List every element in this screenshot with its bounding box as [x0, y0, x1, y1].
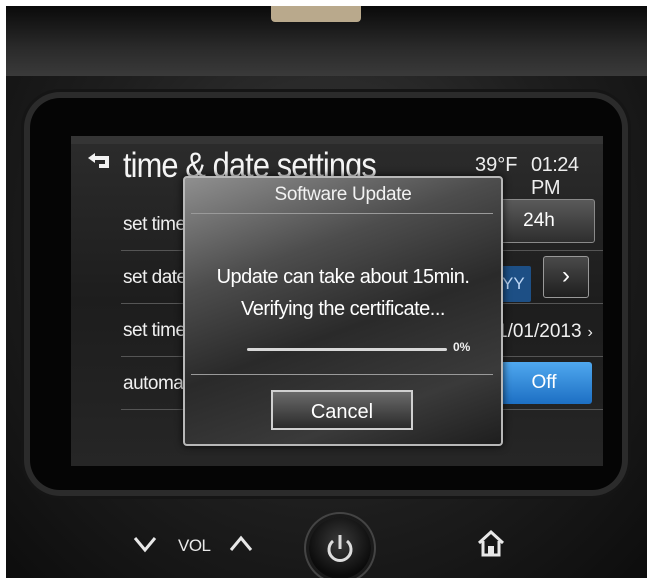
row-label: set date: [123, 267, 187, 288]
dialog-divider: [191, 213, 493, 214]
photo-frame: time & date settings 39°F 01:24 PM set t…: [6, 6, 647, 578]
progress-bar: [247, 348, 447, 351]
software-update-dialog: Software Update Update can take about 15…: [183, 176, 503, 446]
home-icon[interactable]: [476, 528, 506, 558]
progress-percent: 0%: [453, 340, 471, 354]
date-value-text: 1/01/2013: [497, 321, 582, 342]
row-label: automat: [123, 373, 189, 394]
dashboard-vent: [271, 6, 361, 22]
screen-top-band: [71, 136, 603, 144]
power-icon: [327, 535, 353, 562]
vol-label: VOL: [178, 536, 211, 555]
dialog-message-line1: Update can take about 15min.: [216, 266, 470, 288]
dialog-message-line2: Verifying the certificate...: [241, 298, 445, 320]
cancel-button[interactable]: Cancel: [271, 390, 413, 430]
temperature-readout: 39°F: [475, 154, 518, 176]
automatic-toggle[interactable]: Off: [496, 362, 592, 404]
row-label: set time: [123, 320, 186, 341]
date-value[interactable]: 1/01/2013 ›: [497, 321, 593, 343]
row-label: set time: [123, 214, 186, 235]
chevron-right-icon: ›: [587, 324, 593, 341]
dialog-divider-bottom: [191, 374, 493, 375]
back-arrow-icon[interactable]: [85, 152, 113, 176]
dialog-title: Software Update: [274, 184, 412, 205]
chevron-up-icon[interactable]: [228, 530, 254, 561]
clock-readout: 01:24 PM: [531, 154, 579, 199]
infotainment-screen: time & date settings 39°F 01:24 PM set t…: [71, 136, 603, 466]
chevron-down-icon[interactable]: [132, 530, 158, 561]
power-knob[interactable]: [309, 517, 371, 578]
date-format-chevron-button[interactable]: ›: [543, 256, 589, 298]
